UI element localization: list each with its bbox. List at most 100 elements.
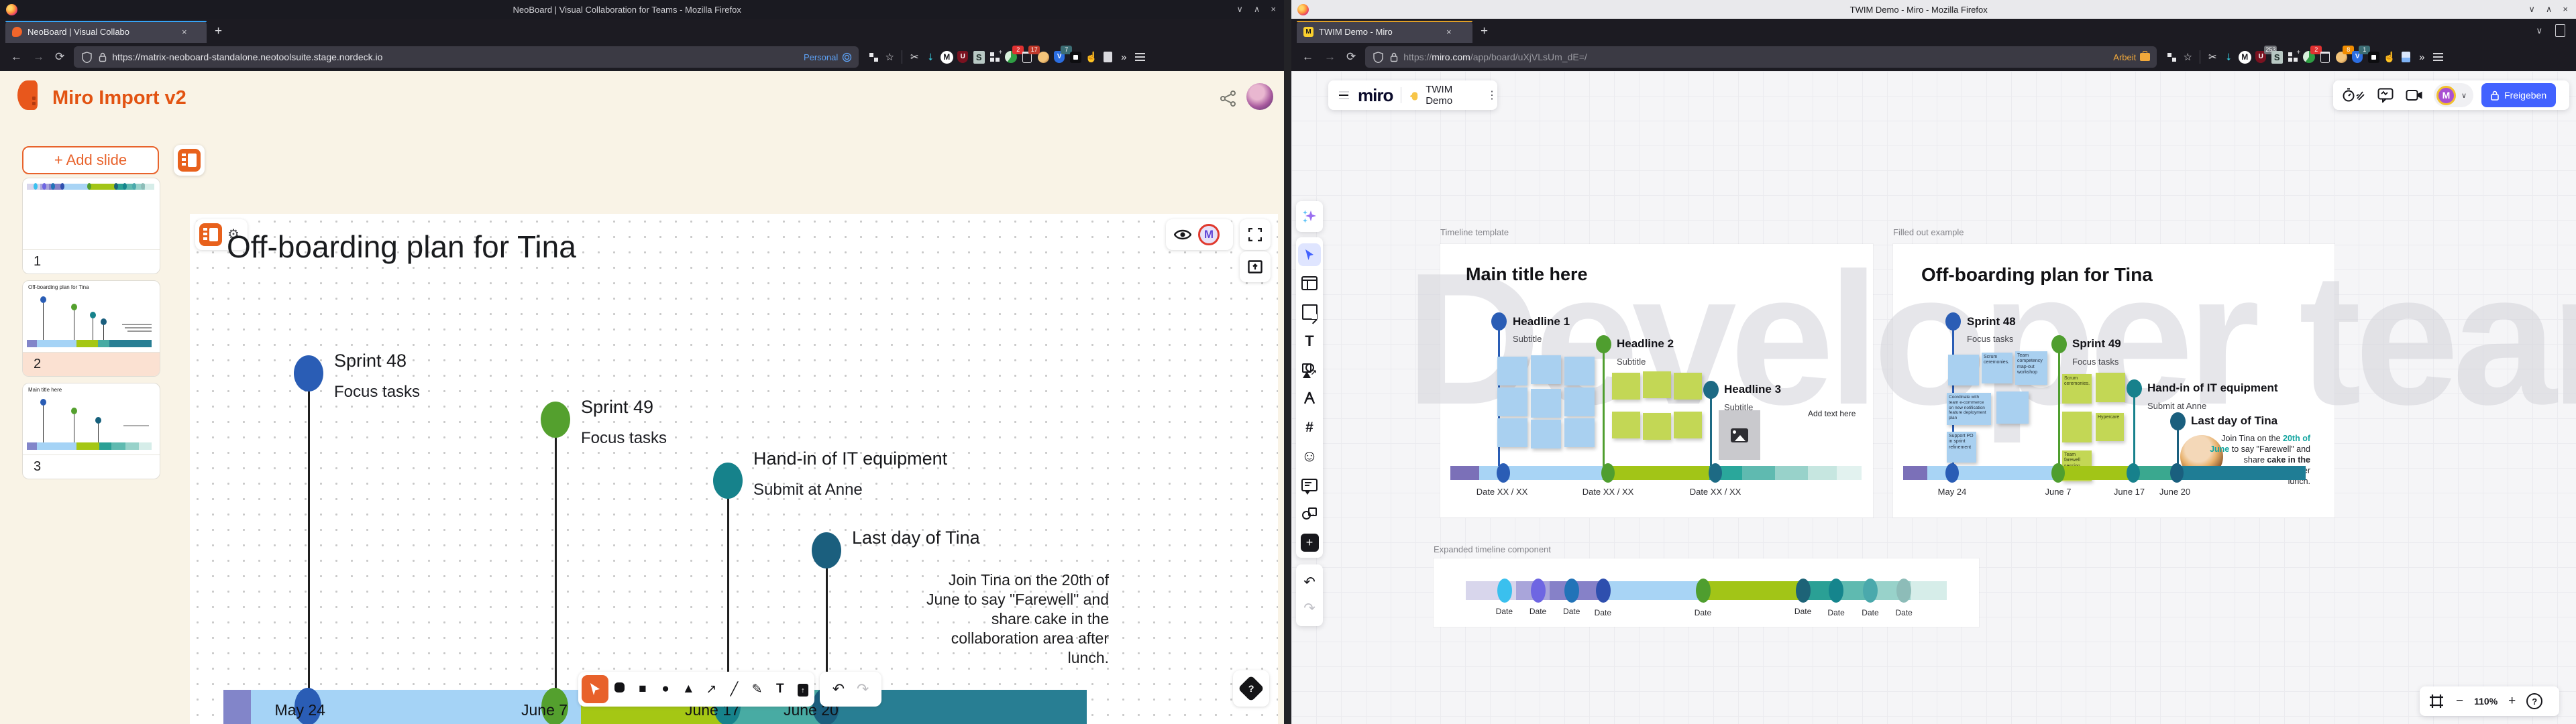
tab-neoboard[interactable]: NeoBoard | Visual Collabo × [5, 21, 207, 43]
v-shield-extension-icon[interactable]: V1 [2349, 49, 2365, 65]
sticky-note[interactable] [1564, 418, 1595, 447]
lock-icon[interactable] [99, 52, 107, 62]
tab-device-icon[interactable] [2555, 24, 2565, 37]
bar-date[interactable]: Date [1895, 608, 1912, 617]
tab-close-icon[interactable]: × [1446, 27, 1452, 37]
pen-tool[interactable]: ✎ [746, 682, 769, 697]
templates-tool[interactable] [1296, 269, 1323, 298]
sticky-note[interactable] [2096, 373, 2125, 402]
milestone-dot[interactable] [713, 463, 743, 499]
fit-to-frame-icon[interactable] [2429, 694, 2444, 709]
sticky-note[interactable]: Hypercare [2096, 413, 2124, 441]
green-extension-icon[interactable]: 2 [2301, 49, 2317, 65]
frame-filled-out-example[interactable]: Off-boarding plan for Tina Sprint 48 Foc… [1893, 244, 2334, 518]
sticky-note[interactable] [1948, 355, 1979, 385]
milestone-subtitle[interactable]: Focus tasks [581, 429, 667, 448]
right-titlebar[interactable]: TWIM Demo - Miro - Mozilla Firefox ∨ ∧ × [1291, 0, 2576, 19]
s-extension-icon[interactable]: S [2269, 49, 2285, 65]
sticky-note[interactable] [1564, 387, 1595, 416]
trash-extension-icon[interactable] [2317, 49, 2333, 65]
left-titlebar[interactable]: NeoBoard | Visual Collaboration for Team… [0, 0, 1284, 19]
frame-tool[interactable]: # [1296, 413, 1323, 442]
sticky-note[interactable]: Team competency map-out workshop [2015, 351, 2047, 385]
sticky-note[interactable] [1564, 357, 1595, 385]
v-shield-extension-icon[interactable]: V7 [1051, 49, 1067, 65]
sticky-note[interactable] [1497, 357, 1527, 385]
slide-overview-button[interactable] [199, 223, 222, 246]
extensions-puzzle-icon[interactable]: + [987, 49, 1003, 65]
sticky-note[interactable]: Coordinate with team e-commerce on new n… [1947, 393, 1991, 425]
frame-title[interactable]: Off-boarding plan for Tina [1921, 264, 2153, 286]
milestone-subtitle[interactable]: Submit at Anne [753, 481, 863, 499]
select-tool[interactable] [1296, 240, 1323, 269]
main-menu-icon[interactable] [1339, 95, 1348, 96]
milestone-headline[interactable]: Last day of Tina [2191, 414, 2277, 428]
farewell-note[interactable]: Join Tina on the 20th of June to say "Fa… [924, 570, 1109, 668]
more-tools-button[interactable]: + [1296, 528, 1323, 557]
bar-date[interactable]: May 24 [1938, 487, 1967, 497]
url-path[interactable]: /app/board/uXjVLsUm_dE=/ [1470, 52, 1587, 62]
milestone-subtitle[interactable]: Subtitle [1617, 357, 1646, 367]
milestone-dot[interactable] [1945, 312, 1961, 330]
milestone-dot[interactable] [2127, 379, 2142, 398]
bar-date[interactable]: Date XX / XX [1477, 487, 1528, 497]
bar-date[interactable]: Date XX / XX [1690, 487, 1741, 497]
undo-icon[interactable]: ↶ [1303, 574, 1316, 591]
bar-date[interactable]: Date [1496, 607, 1513, 616]
sticky-note[interactable] [1612, 412, 1640, 438]
list-tabs-icon[interactable]: ∨ [2536, 25, 2542, 36]
milestone-headline[interactable]: Headline 2 [1617, 337, 1674, 351]
milestone-headline[interactable]: Headline 3 [1724, 383, 1781, 396]
milestone-subtitle[interactable]: Focus tasks [334, 383, 420, 402]
maximize-icon[interactable]: ∧ [1254, 4, 1260, 15]
sticky-note[interactable] [1531, 389, 1561, 418]
dark-square-extension-icon[interactable] [2365, 49, 2381, 65]
tracking-shield-icon[interactable] [1373, 52, 1383, 63]
user-avatar[interactable] [1246, 83, 1273, 110]
ud-shield-extension-icon[interactable]: U [955, 49, 971, 65]
m-extension-icon[interactable]: M [938, 49, 955, 65]
text-tool[interactable]: T [1296, 326, 1323, 355]
back-icon[interactable]: ← [11, 50, 22, 64]
whiteboard-canvas[interactable]: ⚙ M Off-boarding plan for Tina Sprint 48… [190, 214, 1278, 724]
sticky-note[interactable] [1497, 387, 1527, 416]
undo-icon[interactable]: ↶ [833, 680, 845, 698]
add-text-hint[interactable]: Add text here [1808, 409, 1856, 418]
frame-label[interactable]: Filled out example [1893, 227, 1964, 237]
milestone-headline[interactable]: Hand-in of IT equipment [2147, 381, 2278, 395]
bar-date[interactable]: Date [1862, 608, 1878, 617]
milestone-subtitle[interactable]: Submit at Anne [2147, 401, 2206, 411]
board-name[interactable]: TWIM Demo [1426, 84, 1479, 107]
bar-date[interactable]: Date [1563, 607, 1580, 616]
tab-miro[interactable]: M TWIM Demo - Miro × [1297, 21, 1472, 43]
milestone-headline[interactable]: Sprint 48 [1967, 315, 2016, 328]
url-scheme[interactable]: https:// [1403, 52, 1432, 62]
image-upload-tool[interactable]: ↑ [792, 682, 814, 697]
reload-icon[interactable]: ⟳ [55, 50, 64, 64]
forward-icon[interactable]: → [1324, 50, 1336, 64]
download-extension-icon[interactable]: ⭣ [922, 49, 938, 65]
milestone-dot[interactable] [1491, 312, 1507, 330]
screenshot-scissors-icon[interactable]: ✂ [2204, 49, 2220, 65]
document-extension-icon[interactable] [1099, 49, 1116, 65]
share-icon[interactable] [1220, 90, 1237, 107]
milestone-headline[interactable]: Headline 1 [1513, 315, 1570, 328]
url-text[interactable]: https://matrix-neoboard-standalone.neoto… [112, 52, 382, 62]
slide-panel-toggle-button[interactable] [178, 149, 201, 172]
frame-timeline-template[interactable]: Main title here Headline 1 Subtitle Head… [1440, 244, 1873, 518]
bar-date[interactable]: June 17 [2114, 487, 2145, 497]
dark-square-extension-icon[interactable] [1067, 49, 1083, 65]
example-timeline-bar[interactable] [1903, 466, 2306, 480]
sticky-note[interactable] [1497, 418, 1527, 447]
board-menu-kebab-icon[interactable]: ⋮ [1487, 88, 1497, 102]
overflow-chevron-icon[interactable]: » [1116, 49, 1132, 65]
cookie-extension-icon[interactable] [1035, 49, 1051, 65]
new-tab-button[interactable]: + [1481, 24, 1488, 39]
zoom-level[interactable]: 110% [2474, 696, 2498, 707]
arrow-tool[interactable]: ↗ [700, 682, 722, 697]
frame-expanded-timeline[interactable]: Date Date Date Date Date Date Date Date … [1434, 558, 1979, 627]
help-icon[interactable]: ? [2526, 693, 2542, 709]
timer-reactions-icon[interactable] [2343, 88, 2365, 103]
cookie-extension-icon[interactable]: 8 [2333, 49, 2349, 65]
ellipse-tool[interactable]: ● [654, 682, 677, 697]
